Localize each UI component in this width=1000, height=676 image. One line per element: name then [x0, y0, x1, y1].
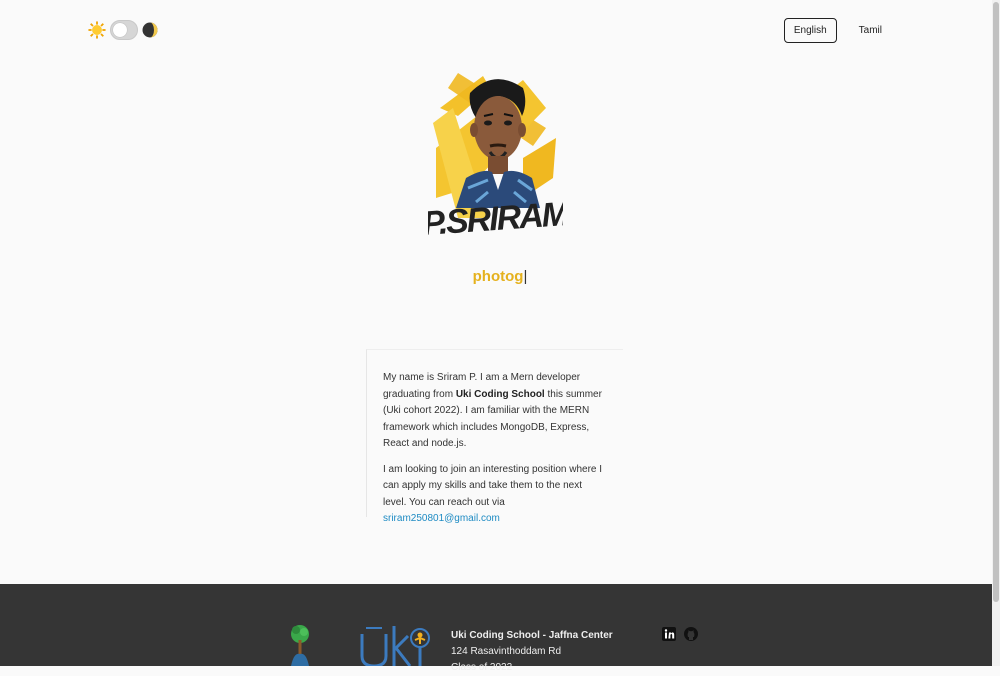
- footer-address: 124 Rasavinthoddam Rd: [451, 646, 562, 657]
- social-links: [662, 627, 698, 641]
- typing-caret: |: [523, 268, 528, 285]
- theme-toggle[interactable]: [88, 20, 158, 40]
- sun-icon: [88, 21, 106, 39]
- logo-name: P.SRIRAM: [428, 195, 563, 240]
- theme-switch[interactable]: [110, 20, 138, 40]
- about-paragraph-1: My name is Sriram P. I am a Mern develop…: [383, 370, 607, 453]
- about-card: My name is Sriram P. I am a Mern develop…: [366, 349, 623, 524]
- footer: Uki Coding School - Jaffna Center 124 Ra…: [0, 584, 992, 673]
- scrollbar-thumb[interactable]: [993, 2, 999, 602]
- linkedin-icon[interactable]: [662, 627, 676, 641]
- tree-logo-icon: [291, 625, 309, 666]
- switch-knob: [113, 23, 127, 37]
- uki-logo-icon: [360, 626, 430, 666]
- github-icon[interactable]: [684, 627, 698, 641]
- moon-icon: [142, 22, 158, 38]
- language-switcher: English Tamil: [783, 18, 892, 43]
- footer-class: Class of 2022: [451, 662, 513, 673]
- typed-word: photog: [472, 268, 524, 285]
- email-link[interactable]: sriram250801@gmail.com: [383, 513, 500, 524]
- footer-school-name: Uki Coding School - Jaffna Center: [451, 630, 613, 641]
- page-scrollbar[interactable]: [992, 0, 1000, 666]
- about-text: I am looking to join an interesting posi…: [383, 463, 603, 508]
- profile-logo: P.SRIRAM: [428, 73, 563, 240]
- typing-text: photog|: [0, 268, 1000, 285]
- language-tamil-button[interactable]: Tamil: [849, 18, 892, 43]
- about-paragraph-2: I am looking to join an interesting posi…: [383, 462, 607, 528]
- footer-info: Uki Coding School - Jaffna Center 124 Ra…: [451, 628, 613, 676]
- language-english-button[interactable]: English: [783, 18, 837, 43]
- school-name-bold: Uki Coding School: [455, 388, 545, 400]
